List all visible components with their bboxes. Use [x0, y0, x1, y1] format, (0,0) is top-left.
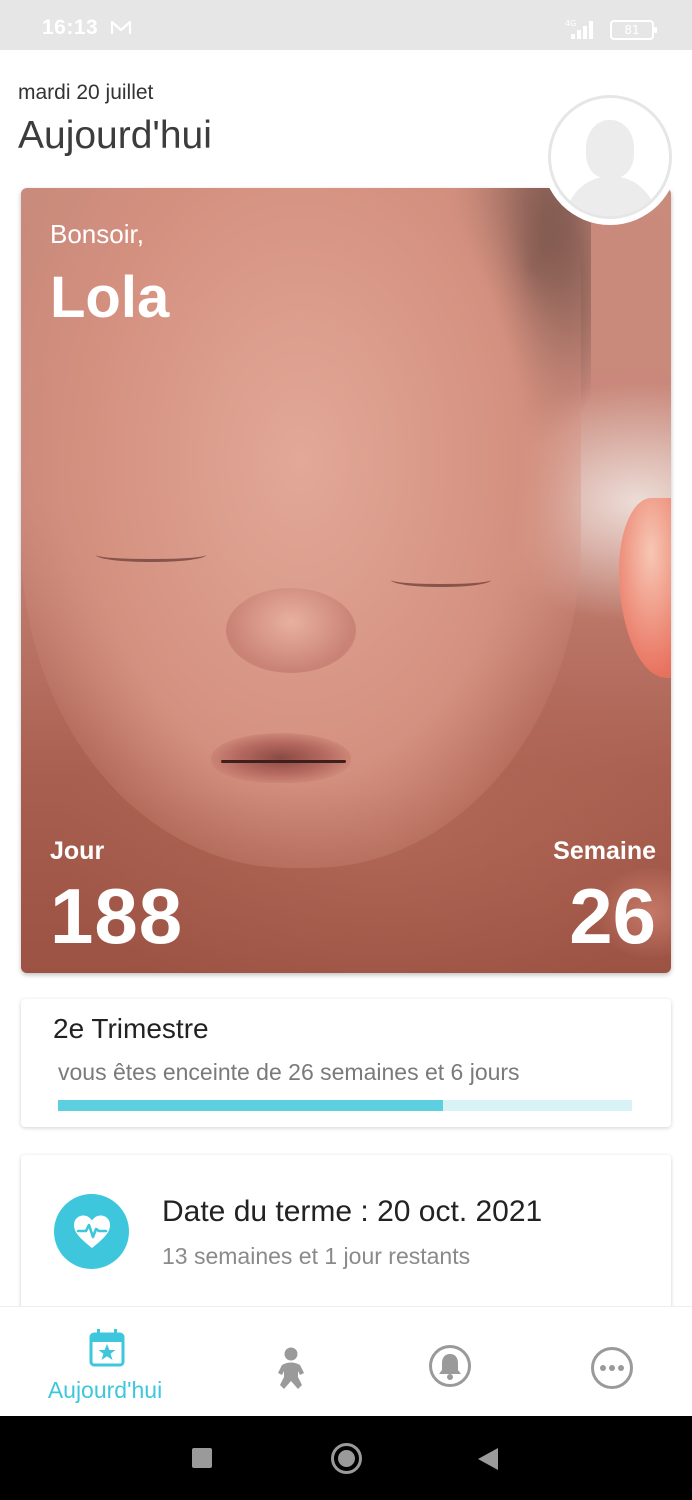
baby-eye-right	[391, 573, 491, 587]
more-icon	[591, 1347, 633, 1389]
day-label: Jour	[50, 837, 105, 865]
week-count: 26	[569, 872, 656, 960]
network-type: 4G	[565, 19, 576, 28]
nav-tab-today-label: Aujourd'hui	[47, 1377, 163, 1403]
page-title: Aujourd'hui	[18, 114, 212, 157]
baby-nose	[226, 588, 356, 673]
day-count: 188	[50, 872, 184, 960]
nav-tab-baby[interactable]	[267, 1307, 317, 1417]
battery-icon: 81	[610, 20, 657, 40]
back-button[interactable]	[478, 1448, 498, 1470]
bell-icon	[429, 1345, 471, 1387]
baby-mouth	[211, 733, 351, 783]
baby-mouth-line	[221, 760, 346, 763]
baby-icon	[278, 1347, 304, 1389]
mail-icon	[110, 20, 132, 34]
baby-hero-card[interactable]: Bonsoir, Lola Jour 188 Semaine 26	[21, 188, 671, 973]
remaining-time-text: 13 semaines et 1 jour restants	[162, 1243, 471, 1269]
nav-tab-today[interactable]: Aujourd'hui	[30, 1307, 180, 1417]
greeting-text: Bonsoir,	[50, 219, 144, 249]
status-time: 16:13	[42, 16, 99, 39]
nav-tab-more[interactable]	[590, 1307, 636, 1417]
trimester-card[interactable]: 2e Trimestre vous êtes enceinte de 26 se…	[21, 999, 671, 1127]
due-date-title: Date du terme : 20 oct. 2021	[162, 1195, 543, 1228]
avatar-head-shape	[586, 120, 634, 178]
pregnancy-duration-text: vous êtes enceinte de 26 semaines et 6 j…	[58, 1059, 520, 1085]
trimester-title: 2e Trimestre	[53, 1013, 209, 1044]
heartbeat-icon	[54, 1194, 129, 1269]
week-label: Semaine	[553, 837, 656, 865]
profile-avatar[interactable]	[548, 95, 672, 219]
due-date-card[interactable]: Date du terme : 20 oct. 2021 13 semaines…	[21, 1155, 671, 1315]
system-navigation-bar	[0, 1416, 692, 1500]
avatar-body-shape	[565, 176, 657, 216]
nav-tab-notifications[interactable]	[428, 1307, 476, 1417]
user-name: Lola	[50, 265, 170, 330]
bottom-navigation: Aujourd'hui	[0, 1306, 692, 1416]
signal-icon: 4G	[565, 19, 593, 39]
baby-hand-top	[619, 498, 671, 678]
trimester-progress-fill	[58, 1100, 443, 1111]
calendar-star-icon	[89, 1329, 125, 1367]
baby-eye-left	[96, 548, 206, 562]
status-bar: 16:13 4G 81	[0, 0, 692, 50]
trimester-progress-bar	[58, 1100, 632, 1111]
home-button[interactable]	[331, 1443, 362, 1474]
current-date: mardi 20 juillet	[18, 81, 154, 104]
battery-level: 81	[624, 23, 640, 37]
recent-apps-button[interactable]	[192, 1448, 212, 1468]
